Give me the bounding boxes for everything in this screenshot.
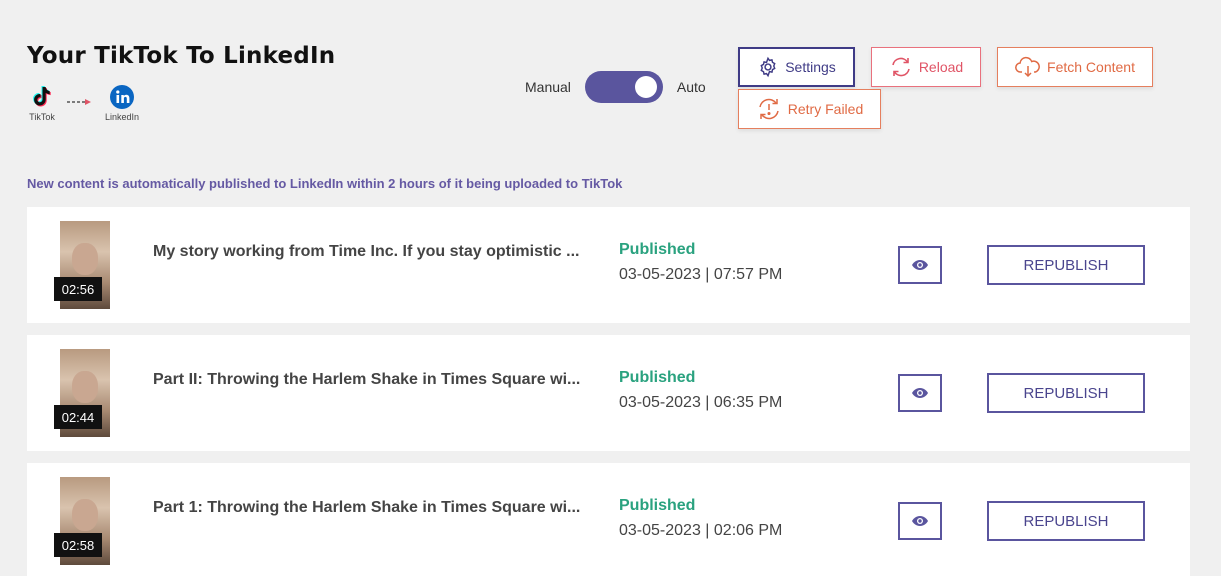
post-date: 03-05-2023 | 02:06 PM xyxy=(619,522,783,539)
mode-switch[interactable] xyxy=(584,71,663,103)
republish-button[interactable]: REPUBLISH xyxy=(987,245,1145,285)
source-node: TikTok xyxy=(20,84,64,122)
video-thumbnail[interactable]: 02:58 xyxy=(54,477,110,565)
video-duration: 02:58 xyxy=(54,533,102,557)
thumbnail-face xyxy=(72,371,98,403)
fetch-content-label: Fetch Content xyxy=(1047,59,1135,75)
post-date: 03-05-2023 | 06:35 PM xyxy=(619,394,783,411)
post-title: My story working from Time Inc. If you s… xyxy=(153,243,580,260)
gear-icon xyxy=(760,56,776,78)
integration-flow: TikTok LinkedIn xyxy=(26,84,156,128)
refresh-icon xyxy=(892,57,910,77)
eye-icon xyxy=(912,516,928,526)
reload-label: Reload xyxy=(918,59,964,75)
linkedin-icon xyxy=(110,85,134,109)
republish-button[interactable]: REPUBLISH xyxy=(987,501,1145,541)
post-title: Part 1: Throwing the Harlem Shake in Tim… xyxy=(153,499,581,516)
page-title: Your TikTok To LinkedIn xyxy=(27,43,336,69)
view-button[interactable] xyxy=(898,502,942,540)
status-badge: Published xyxy=(619,241,696,258)
video-thumbnail[interactable]: 02:56 xyxy=(54,221,110,309)
switch-knob xyxy=(634,76,657,98)
post-row: 02:44 Part II: Throwing the Harlem Shake… xyxy=(27,335,1190,451)
retry-failed-label: Retry Failed xyxy=(787,101,864,117)
post-date: 03-05-2023 | 07:57 PM xyxy=(619,266,783,283)
republish-button[interactable]: REPUBLISH xyxy=(987,373,1145,413)
status-badge: Published xyxy=(619,369,696,386)
retry-alert-icon xyxy=(759,98,779,120)
source-label: TikTok xyxy=(29,112,55,122)
auto-label: Auto xyxy=(676,79,706,95)
flow-arrow-icon xyxy=(67,99,91,105)
settings-label: Settings xyxy=(785,59,836,75)
thumbnail-face xyxy=(72,499,98,531)
eye-icon xyxy=(912,388,928,398)
target-node: LinkedIn xyxy=(100,84,144,122)
eye-icon xyxy=(912,260,928,270)
video-duration: 02:44 xyxy=(54,405,102,429)
auto-publish-notice: New content is automatically published t… xyxy=(27,176,623,191)
manual-label: Manual xyxy=(525,79,571,95)
view-button[interactable] xyxy=(898,246,942,284)
post-title: Part II: Throwing the Harlem Shake in Ti… xyxy=(153,371,581,388)
thumbnail-face xyxy=(72,243,98,275)
post-row: 02:58 Part 1: Throwing the Harlem Shake … xyxy=(27,463,1190,576)
view-button[interactable] xyxy=(898,374,942,412)
video-thumbnail[interactable]: 02:44 xyxy=(54,349,110,437)
target-label: LinkedIn xyxy=(104,112,140,122)
post-row: 02:56 My story working from Time Inc. If… xyxy=(27,207,1190,323)
retry-failed-button[interactable]: Retry Failed xyxy=(738,89,881,129)
reload-button[interactable]: Reload xyxy=(871,47,981,87)
video-duration: 02:56 xyxy=(54,277,102,301)
fetch-content-button[interactable]: Fetch Content xyxy=(997,47,1153,87)
settings-button[interactable]: Settings xyxy=(738,47,855,87)
status-badge: Published xyxy=(619,497,696,514)
cloud-download-icon xyxy=(1015,56,1040,78)
mode-toggle: Manual Auto xyxy=(525,70,706,104)
tiktok-icon xyxy=(33,86,51,107)
